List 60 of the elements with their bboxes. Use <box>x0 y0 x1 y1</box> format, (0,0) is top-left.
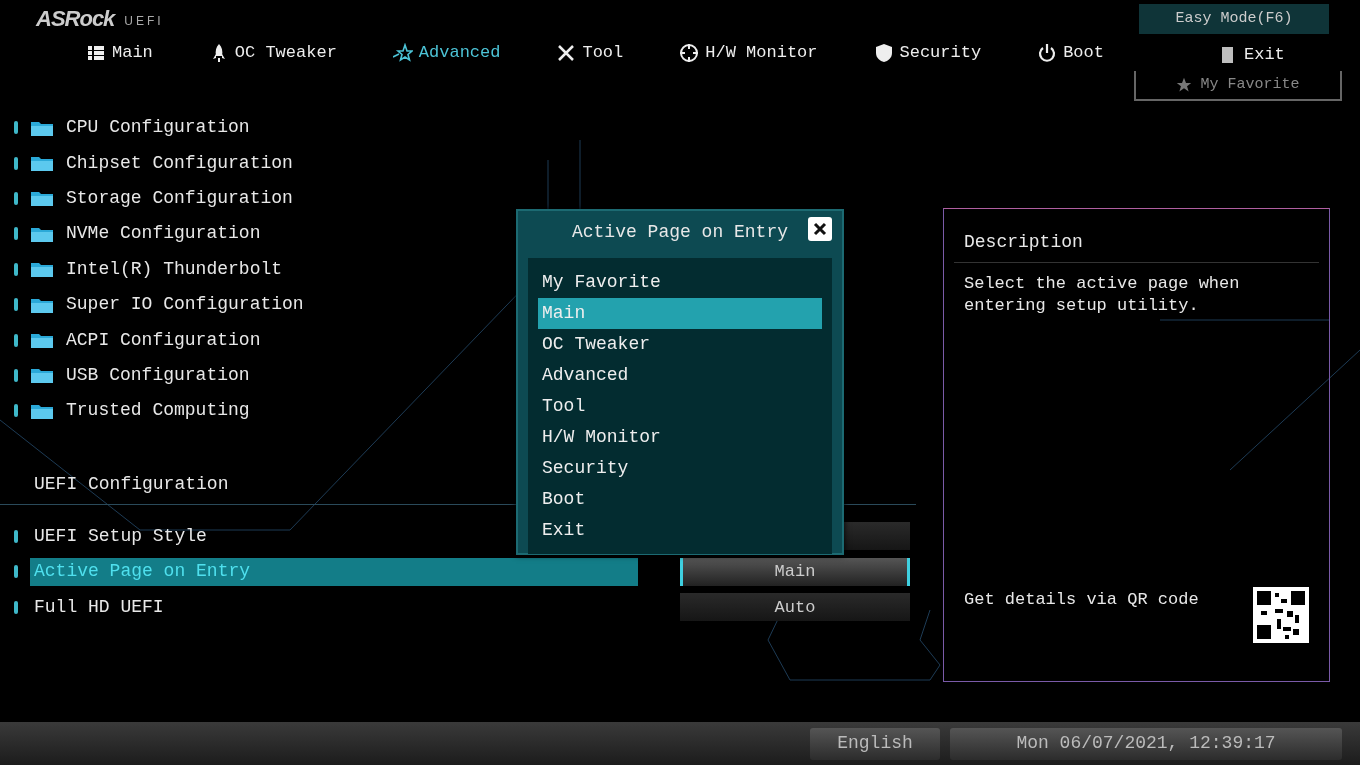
nav-tab[interactable]: Advanced <box>392 40 501 66</box>
nav-tab[interactable]: Boot <box>1037 40 1104 66</box>
easy-mode-button[interactable]: Easy Mode(F6) <box>1139 4 1329 34</box>
item-marker <box>14 227 18 241</box>
option-item[interactable]: Security <box>538 453 822 484</box>
option-item[interactable]: Tool <box>538 391 822 422</box>
item-marker <box>14 156 18 170</box>
item-marker <box>14 565 18 579</box>
language-button[interactable]: English <box>810 727 940 760</box>
submenu-link[interactable]: NVMe Configuration <box>66 220 261 248</box>
star-icon <box>1176 77 1193 93</box>
item-marker <box>14 404 18 418</box>
date-time-display: Mon 06/07/2021, 12:39:17 <box>950 727 1342 760</box>
submenu-link[interactable]: CPU Configuration <box>66 114 250 142</box>
item-marker <box>14 600 18 614</box>
nav-tab[interactable]: Security <box>873 40 982 66</box>
setting-label[interactable]: Full HD UEFI <box>30 593 638 622</box>
item-marker <box>14 368 18 382</box>
shield-icon <box>873 42 894 63</box>
item-marker <box>14 298 18 312</box>
item-marker <box>14 262 18 276</box>
logo-suffix: UEFI <box>124 13 164 30</box>
description-title: Description <box>954 229 1319 263</box>
favorite-button[interactable]: My Favorite <box>1134 71 1342 101</box>
folder-icon <box>30 154 54 173</box>
crosshair-icon <box>679 42 700 63</box>
nav-tab[interactable]: Exit <box>1218 42 1285 68</box>
nav-tab[interactable]: Main <box>86 40 153 66</box>
description-text: Select the active page when entering setup utility. <box>963 273 1241 318</box>
close-icon <box>813 222 827 236</box>
nav-tab[interactable]: H/W Monitor <box>679 40 818 66</box>
popup-title: Active Page on Entry <box>570 221 789 244</box>
item-marker <box>14 191 18 205</box>
setting-value[interactable]: Auto <box>680 593 910 622</box>
option-item[interactable]: OC Tweaker <box>538 329 822 360</box>
nav-tab[interactable]: Tool <box>556 40 624 66</box>
folder-icon <box>30 189 54 208</box>
power-icon <box>1037 42 1058 63</box>
submenu-link[interactable]: Chipset Configuration <box>66 149 293 177</box>
submenu-link[interactable]: USB Configuration <box>66 361 250 389</box>
folder-icon <box>30 260 54 279</box>
option-item[interactable]: Advanced <box>538 360 822 391</box>
setting-value[interactable]: Main <box>680 557 910 586</box>
item-marker <box>14 333 18 347</box>
submenu-link[interactable]: ACPI Configuration <box>66 326 261 354</box>
folder-icon <box>30 366 54 385</box>
submenu-link[interactable]: Super IO Configuration <box>66 291 304 319</box>
submenu-link[interactable]: Storage Configuration <box>66 184 293 212</box>
submenu-link[interactable]: Intel(R) Thunderbolt <box>66 255 283 283</box>
star-icon <box>392 42 413 63</box>
item-marker <box>14 529 18 543</box>
item-marker <box>14 121 18 135</box>
nav-tab[interactable]: OC Tweaker <box>208 40 337 66</box>
submenu-link[interactable]: Trusted Computing <box>66 397 250 425</box>
folder-icon <box>30 331 54 350</box>
brand-logo: ASRock <box>36 8 115 30</box>
qr-caption: Get details via QR code <box>964 589 1199 611</box>
option-item[interactable]: Exit <box>538 515 822 546</box>
close-button[interactable] <box>808 217 832 241</box>
option-item[interactable]: My Favorite <box>538 267 822 298</box>
